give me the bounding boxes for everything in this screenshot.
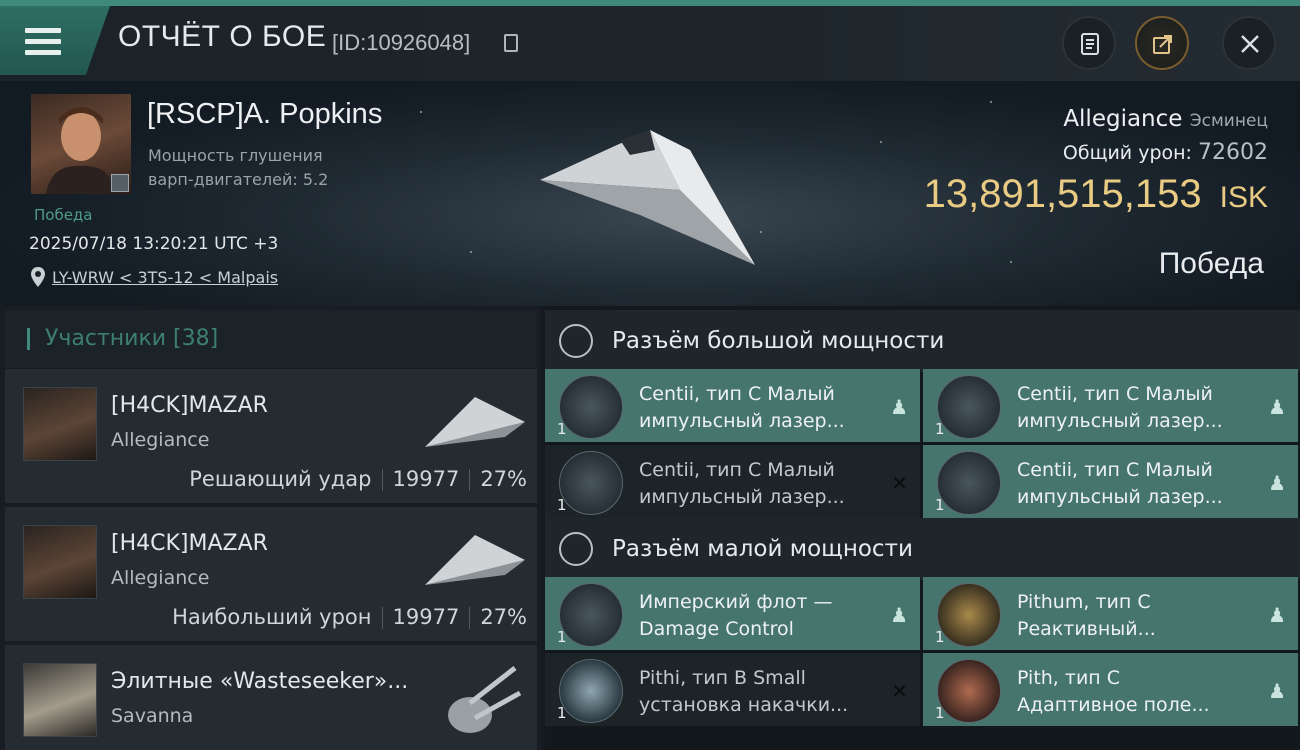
battle-id: [ID:10926048] — [332, 30, 471, 55]
module-name: Pithi, тип B Small установка накачки... — [639, 667, 849, 716]
module-slot[interactable]: 1 Pith, тип С Адаптивное поле... ♟ — [923, 653, 1298, 726]
module-qty: 1 — [935, 496, 945, 514]
participant-stats: Наибольший урон 19977 27% — [172, 605, 527, 629]
pin-icon — [31, 267, 45, 287]
damage-control-icon — [559, 583, 623, 647]
module-name: Pith, тип С Адаптивное поле... — [1017, 667, 1210, 716]
participant-row[interactable]: [H4CK]MAZAR Allegiance Наибольший урон 19… — [5, 507, 537, 641]
module-slot[interactable]: 1 Имперский флот — Damage Control ♟ — [545, 577, 920, 650]
module-name: Centii, тип С Малый импульсный лазер... — [639, 383, 845, 432]
battle-result: Победа — [1158, 247, 1264, 280]
participants-title: Участники [38] — [45, 326, 219, 351]
high-slot-title: Разъём большой мощности — [612, 328, 945, 354]
participant-ship-image — [425, 535, 525, 585]
close-icon — [1241, 35, 1259, 53]
pilot-icon: ♟ — [1268, 679, 1286, 703]
participant-name: Элитные «Wasteseeker»... — [111, 669, 409, 694]
share-icon — [1153, 35, 1172, 54]
page-title: ОТЧЁТ О БОЕ — [118, 20, 327, 53]
clipboard-icon — [1081, 33, 1099, 55]
pilot-icon: ♟ — [890, 603, 908, 627]
share-button[interactable] — [1135, 16, 1189, 70]
participant-name: [H4CK]MAZAR — [111, 393, 268, 418]
shield-icon — [559, 324, 593, 358]
module-qty: 1 — [935, 628, 945, 646]
shield-booster-icon — [559, 659, 623, 723]
high-slot-header: Разъём большой мощности — [545, 310, 1300, 372]
info-badge — [111, 174, 129, 192]
warp-scramble-strength: Мощность глушения варп-двигателей: 5.2 — [148, 146, 329, 189]
pilot-name[interactable]: [RSCP]A. Popkins — [147, 98, 382, 131]
participant-ship-image — [448, 666, 522, 733]
participant-ship-image — [425, 397, 525, 447]
participant-stats: Решающий удар 19977 27% — [189, 467, 527, 491]
participant-row[interactable]: Элитные «Wasteseeker»... Savanna — [5, 645, 537, 750]
module-name: Centii, тип С Малый импульсный лазер... — [1017, 459, 1223, 508]
x-icon: ✕ — [891, 679, 908, 703]
module-name: Pithum, тип С Реактивный... — [1017, 591, 1156, 640]
isk-value: 13,891,515,153 ISK — [923, 172, 1268, 216]
menu-icon — [25, 28, 61, 56]
module-slot[interactable]: 1 Centii, тип С Малый импульсный лазер...… — [923, 445, 1298, 518]
participant-corp: Allegiance — [111, 567, 210, 589]
module-slot[interactable]: 1 Pithi, тип B Small установка накачки...… — [545, 653, 920, 726]
location-link[interactable]: LY-WRW < 3TS-12 < Malpais — [52, 268, 278, 287]
module-slot[interactable]: 1 Centii, тип С Малый импульсный лазер...… — [923, 369, 1298, 442]
victory-tag: Победа — [34, 206, 93, 224]
victim-ship: Allegiance Эсминец — [1063, 106, 1268, 132]
laser-module-icon — [559, 375, 623, 439]
module-name: Centii, тип С Малый импульсный лазер... — [639, 459, 845, 508]
participant-avatar — [23, 387, 97, 461]
module-qty: 1 — [557, 496, 567, 514]
participant-corp: Savanna — [111, 705, 194, 727]
shield-icon — [559, 532, 593, 566]
low-slot-title: Разъём малой мощности — [612, 536, 913, 562]
participant-corp: Allegiance — [111, 429, 210, 451]
participant-name: [H4CK]MAZAR — [111, 531, 268, 556]
participant-row[interactable]: [H4CK]MAZAR Allegiance Решающий удар 1997… — [5, 369, 537, 503]
adaptive-field-icon — [937, 659, 1001, 723]
module-name: Centii, тип С Малый импульсный лазер... — [1017, 383, 1223, 432]
clipboard-button[interactable] — [1062, 16, 1116, 70]
module-qty: 1 — [557, 704, 567, 722]
total-damage: Общий урон: 72602 — [1062, 140, 1268, 165]
module-qty: 1 — [935, 420, 945, 438]
module-qty: 1 — [557, 628, 567, 646]
module-qty: 1 — [557, 420, 567, 438]
participant-avatar — [23, 525, 97, 599]
module-slot[interactable]: 1 Pithum, тип С Реактивный... ♟ — [923, 577, 1298, 650]
laser-module-icon — [937, 451, 1001, 515]
participants-header[interactable]: Участники [38] — [5, 310, 537, 368]
x-icon: ✕ — [891, 471, 908, 495]
pilot-icon: ♟ — [1268, 471, 1286, 495]
armor-hardener-icon — [937, 583, 1001, 647]
module-slot[interactable]: 1 Centii, тип С Малый импульсный лазер...… — [545, 369, 920, 442]
module-slot[interactable]: 1 Centii, тип С Малый импульсный лазер...… — [545, 445, 920, 518]
copy-icon[interactable] — [504, 34, 518, 52]
module-qty: 1 — [935, 704, 945, 722]
pilot-icon: ♟ — [1268, 603, 1286, 627]
battle-timestamp: 2025/07/18 13:20:21 UTC +3 — [29, 234, 279, 254]
module-name: Имперский флот — Damage Control — [639, 591, 833, 640]
laser-module-icon — [559, 451, 623, 515]
victim-ship-image — [540, 130, 755, 265]
pilot-icon: ♟ — [1268, 395, 1286, 419]
pilot-icon: ♟ — [890, 395, 908, 419]
low-slot-header: Разъём малой мощности — [545, 518, 1300, 580]
participant-avatar — [23, 663, 97, 737]
close-button[interactable] — [1222, 16, 1276, 70]
laser-module-icon — [937, 375, 1001, 439]
pilot-portrait[interactable] — [31, 94, 131, 194]
